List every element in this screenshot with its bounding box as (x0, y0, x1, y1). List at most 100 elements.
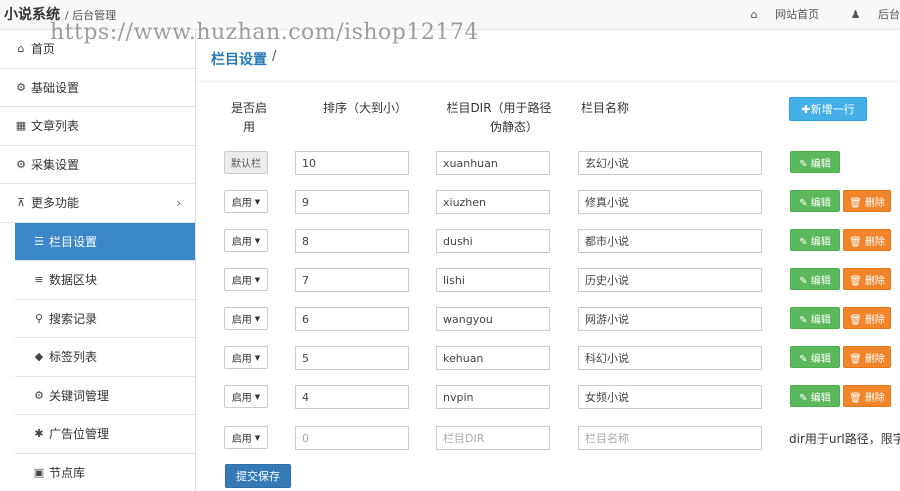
status-dropdown[interactable]: 启用 ▼ (224, 190, 268, 213)
caret-down-icon: ▼ (254, 275, 261, 284)
edit-button[interactable]: ✎ 编辑 (790, 307, 840, 329)
header-sort: 排序（大到小） (322, 101, 407, 115)
dir-input[interactable]: xuanhuan (436, 151, 550, 175)
gears-icon: ⚙ (34, 388, 44, 402)
sidebar-item-label: 采集设置 (31, 157, 80, 172)
page-title: 栏目设置 (211, 52, 267, 68)
admin-user-link[interactable]: ♟ 后台 (837, 8, 900, 21)
sidebar-item-3[interactable]: ⚙ 采集设置 (0, 146, 195, 184)
user-icon: ♟ (850, 8, 861, 21)
dir-input[interactable]: wangyou (436, 307, 550, 331)
delete-button[interactable]: 🗑 删除 (843, 307, 891, 329)
sidebar-item-0[interactable]: ⌂ 首页 (0, 30, 195, 69)
new-row-dir-input[interactable]: 栏目DIR (436, 426, 550, 450)
caret-down-icon: ▼ (254, 392, 261, 401)
edit-button[interactable]: ✎ 编辑 (790, 229, 840, 251)
brand[interactable]: 小说系统 / 后台管理 (4, 4, 116, 24)
delete-button[interactable]: 🗑 删除 (843, 385, 891, 407)
edit-button[interactable]: ✎ 编辑 (790, 268, 840, 290)
dir-input[interactable]: kehuan (436, 346, 550, 370)
name-input[interactable]: 女频小说 (578, 385, 762, 409)
name-input[interactable]: 修真小说 (578, 190, 762, 214)
sidebar-item-7[interactable]: ⚲ 搜索记录 (15, 300, 195, 338)
status-label: 启用 (231, 276, 252, 287)
status-label: 启用 (231, 237, 252, 248)
header-enabled: 是否启 用 (227, 99, 271, 137)
sort-input[interactable]: 4 (295, 385, 409, 409)
cube-icon: ▣ (33, 465, 45, 479)
admin-user-label: 后台 (878, 8, 900, 21)
new-row-name-input[interactable]: 栏目名称 (578, 426, 762, 450)
status-dropdown[interactable]: 启用 ▼ (224, 229, 268, 252)
sidebar-item-11[interactable]: ▣ 节点库 (15, 454, 195, 491)
table-row: 启用 ▼ 4 nvpin 女频小说 ✎ 编辑 🗑 删除 (197, 385, 900, 409)
sort-input[interactable]: 7 (295, 268, 409, 292)
dir-input[interactable]: nvpin (436, 385, 550, 409)
home-icon: ⌂ (750, 8, 758, 21)
sidebar-item-4[interactable]: ⊼ 更多功能 › (0, 184, 195, 223)
caret-down-icon: ▼ (254, 353, 261, 362)
sort-input[interactable]: 9 (295, 190, 409, 214)
chevron-right-icon: › (176, 196, 181, 210)
caret-down-icon: ▼ (254, 433, 261, 442)
sidebar-item-label: 栏目设置 (49, 234, 98, 249)
sidebar: ⌂ 首页 ⚙ 基础设置 ▦ 文章列表 ⚙ 采集设置 ⊼ 更多功能 › ☰ 栏目设置 ≡ 数据区块 ⚲ 搜索记录 ◆… (0, 30, 196, 491)
site-home-link[interactable]: ⌂ 网站首页 (737, 8, 819, 21)
gears-icon: ⚙ (16, 157, 26, 171)
new-row-status-label: 启用 (231, 434, 252, 445)
sidebar-item-label: 标签列表 (49, 350, 98, 365)
status-dropdown[interactable]: 启用 ▼ (224, 307, 268, 330)
name-input[interactable]: 网游小说 (578, 307, 762, 331)
sidebar-item-9[interactable]: ⚙ 关键词管理 (15, 377, 195, 415)
brand-subtitle: / 后台管理 (64, 9, 117, 22)
sidebar-item-5[interactable]: ☰ 栏目设置 (15, 222, 195, 261)
sidebar-item-8[interactable]: ◆ 标签列表 (15, 338, 195, 377)
add-row-button[interactable]: ✚新增一行 (789, 97, 867, 121)
status-label: 启用 (231, 315, 252, 326)
sort-input[interactable]: 8 (295, 229, 409, 253)
sort-input[interactable]: 10 (295, 151, 409, 175)
sidebar-item-label: 文章列表 (31, 119, 80, 134)
caret-down-icon: ▼ (254, 236, 261, 245)
edit-button[interactable]: ✎ 编辑 (790, 385, 840, 407)
database-icon: ≡ (34, 273, 44, 287)
edit-button[interactable]: ✎ 编辑 (790, 190, 840, 212)
sort-input[interactable]: 5 (295, 346, 409, 370)
status-dropdown[interactable]: 启用 ▼ (224, 346, 268, 369)
edit-button[interactable]: ✎ 编辑 (790, 346, 840, 368)
new-row-sort-input[interactable]: 0 (295, 426, 409, 450)
edit-button[interactable]: ✎ 编辑 (790, 151, 840, 173)
delete-button[interactable]: 🗑 删除 (843, 268, 891, 290)
main-content: 栏目设置 / 是否启 用 排序（大到小） 栏目DIR（用于路径 伪静态） 栏目名… (197, 30, 900, 491)
status-dropdown[interactable]: 启用 ▼ (224, 268, 268, 291)
sidebar-item-1[interactable]: ⚙ 基础设置 (0, 69, 195, 107)
search-icon: ⚲ (34, 311, 44, 325)
status-dropdown[interactable]: 启用 ▼ (224, 385, 268, 408)
name-input[interactable]: 科幻小说 (578, 346, 762, 370)
name-input[interactable]: 玄幻小说 (578, 151, 762, 175)
breadcrumb-separator: / (272, 49, 277, 64)
sidebar-item-10[interactable]: ✱ 广告位管理 (15, 415, 195, 454)
sidebar-item-2[interactable]: ▦ 文章列表 (0, 107, 195, 146)
dir-input[interactable]: dushi (436, 229, 550, 253)
header-dir-line1: 栏目DIR（用于路径 (446, 101, 552, 115)
submit-save-button[interactable]: 提交保存 (225, 464, 291, 488)
delete-button[interactable]: 🗑 删除 (843, 346, 891, 368)
sidebar-item-6[interactable]: ≡ 数据区块 (15, 261, 195, 300)
breadcrumb: 栏目设置 / (197, 30, 900, 82)
new-row-status-dropdown[interactable]: 启用 ▼ (224, 426, 268, 449)
site-home-label: 网站首页 (775, 8, 820, 21)
table-icon: ▦ (15, 119, 27, 133)
ad-icon: ✱ (34, 427, 44, 441)
sort-input[interactable]: 6 (295, 307, 409, 331)
dir-input[interactable]: lishi (436, 268, 550, 292)
table-row: 启用 ▼ 6 wangyou 网游小说 ✎ 编辑 🗑 删除 (197, 307, 900, 331)
name-input[interactable]: 都市小说 (578, 229, 762, 253)
dir-input[interactable]: xiuzhen (436, 190, 550, 214)
delete-button[interactable]: 🗑 删除 (843, 229, 891, 251)
name-input[interactable]: 历史小说 (578, 268, 762, 292)
delete-button[interactable]: 🗑 删除 (843, 190, 891, 212)
header-enabled-line1: 是否启 (230, 101, 267, 115)
gear-icon: ⚙ (16, 80, 26, 94)
header-dir-line2: 伪静态） (489, 120, 538, 134)
